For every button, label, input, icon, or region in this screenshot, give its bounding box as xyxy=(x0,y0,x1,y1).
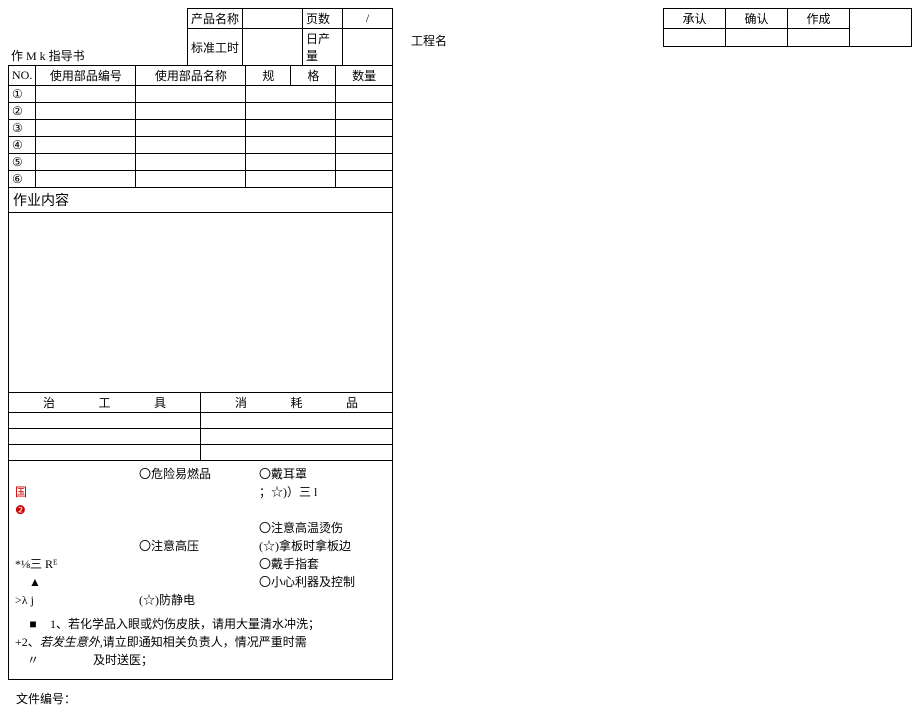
col-qty: 数量 xyxy=(336,66,393,86)
pages-sep: / xyxy=(343,9,393,29)
confirm-col: 确认 xyxy=(726,9,788,29)
consumables-cell xyxy=(201,429,393,445)
col-spec-b: 格 xyxy=(291,66,336,86)
table-row: ⑥ xyxy=(9,171,393,188)
daily-output-value xyxy=(343,29,393,66)
tools-cell xyxy=(9,413,201,429)
approval-blank-cell xyxy=(726,29,788,47)
prod-name-value xyxy=(243,9,303,29)
consumables-cell xyxy=(201,413,393,429)
tools-cell xyxy=(9,445,201,461)
table-row: ① xyxy=(9,86,393,103)
table-row: ③ xyxy=(9,120,393,137)
pages-label: 页数 xyxy=(303,9,343,29)
parts-table: NO. 使用部品编号 使用部品名称 规 格 数量 ① ② ③ ④ ⑤ ⑥ xyxy=(8,65,393,188)
col-name: 使用部品名称 xyxy=(136,66,246,86)
approval-blank-cell xyxy=(850,9,912,47)
safety-box: 〇危险易燃品 〇戴耳罩 国 ❷ ；☆)）三 l 〇注意高温烫伤 〇注意高压 (☆… xyxy=(8,461,393,680)
col-code: 使用部品编号 xyxy=(36,66,136,86)
table-row: ⑤ xyxy=(9,154,393,171)
create-col: 作成 xyxy=(788,9,850,29)
tools-table: 治工具 消耗品 xyxy=(8,392,393,461)
work-content-table: 作业内容 xyxy=(8,187,393,393)
work-content-title: 作业内容 xyxy=(9,188,393,213)
col-spec-a: 规 xyxy=(246,66,291,86)
tools-cell xyxy=(9,429,201,445)
prod-name-label: 产品名称 xyxy=(188,9,243,29)
table-row: ④ xyxy=(9,137,393,154)
daily-output-label: 日产量 xyxy=(303,29,343,66)
file-number-label: 文件编号： xyxy=(8,690,393,707)
table-row: ② xyxy=(9,103,393,120)
approval-blank-cell xyxy=(788,29,850,47)
consumables-cell xyxy=(201,445,393,461)
approval-blank-cell xyxy=(664,29,726,47)
std-time-value xyxy=(243,29,303,66)
approve-col: 承认 xyxy=(664,9,726,29)
work-content-body xyxy=(9,213,393,393)
std-time-label: 标准工时 xyxy=(188,29,243,66)
eng-name-label: 工程名 xyxy=(411,32,471,49)
approval-table: 承认 确认 作成 xyxy=(663,8,912,47)
notes-block: ■ 1、若化学品入眼或灼伤皮肤，请用大量清水冲洗； +2、若发生意外,请立即通知… xyxy=(15,615,386,669)
header-table: 作 M k 指导书 产品名称 页数 / 标准工时 日产量 xyxy=(8,8,393,66)
col-no: NO. xyxy=(9,66,36,86)
doc-title: 作 M k 指导书 xyxy=(8,9,188,66)
